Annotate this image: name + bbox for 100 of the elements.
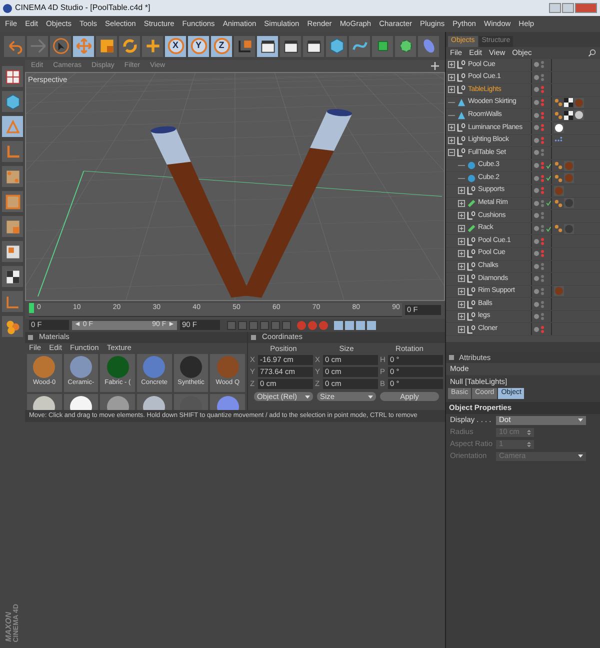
visibility-toggle-icon[interactable]	[540, 162, 544, 170]
visibility-toggle-icon[interactable]	[541, 238, 544, 245]
null-object-icon	[467, 186, 476, 196]
add-icon	[144, 37, 162, 55]
check-icon[interactable]	[546, 200, 551, 206]
expand-icon[interactable]	[448, 74, 455, 81]
expand-icon[interactable]	[448, 124, 455, 132]
expand-icon[interactable]	[458, 288, 465, 295]
expand-icon[interactable]	[448, 136, 455, 144]
material-tag-icon	[574, 110, 584, 120]
toolbar-button[interactable]	[73, 36, 94, 56]
move-view-icon[interactable]	[431, 62, 439, 70]
axis-letter: X	[171, 39, 180, 52]
expand-icon[interactable]	[458, 300, 465, 308]
toolbar-button[interactable]: Z	[211, 36, 232, 56]
toolbar-button[interactable]: X	[165, 36, 186, 56]
visibility-toggle-icon[interactable]	[541, 149, 544, 156]
visibility-toggle-icon[interactable]	[541, 61, 544, 68]
collapse-icon[interactable]	[448, 149, 455, 156]
visibility-toggle-icon[interactable]	[541, 262, 544, 270]
visibility-toggle-icon[interactable]	[541, 300, 544, 308]
visibility-toggle-icon[interactable]	[541, 288, 544, 295]
visibility-toggle-icon[interactable]	[540, 200, 544, 207]
mode-button[interactable]	[2, 66, 23, 87]
points-icon	[4, 168, 22, 186]
visibility-toggle-icon[interactable]	[541, 136, 544, 144]
toolbar-button[interactable]	[119, 36, 140, 56]
null-object-icon	[457, 72, 466, 82]
phong-tag-icon	[554, 198, 563, 208]
visibility-toggle-icon[interactable]	[541, 112, 544, 119]
toolbar-button[interactable]	[257, 36, 278, 56]
toolbar-button[interactable]: Y	[188, 36, 209, 56]
null-object-icon	[457, 148, 466, 158]
mode-button[interactable]	[2, 241, 23, 262]
check-icon[interactable]	[546, 226, 551, 232]
logo-text: MAXON	[5, 612, 13, 642]
visibility-toggle-icon[interactable]	[541, 124, 544, 132]
expand-icon[interactable]	[458, 212, 465, 220]
visibility-toggle-icon[interactable]	[541, 99, 544, 106]
minimize-button[interactable]	[549, 3, 561, 13]
visibility-toggle-icon[interactable]	[541, 275, 544, 282]
visibility-toggle-icon[interactable]	[540, 174, 544, 182]
phong-tag-icon	[554, 110, 563, 120]
visibility-toggle-icon[interactable]	[541, 250, 544, 258]
maximize-button[interactable]	[562, 3, 574, 13]
null-object-icon	[467, 249, 476, 258]
null-object-icon	[467, 236, 476, 246]
cube-icon	[4, 92, 22, 110]
caret-icon	[368, 394, 373, 398]
visibility-toggle-icon[interactable]	[541, 86, 544, 94]
expand-icon[interactable]	[458, 225, 465, 232]
search-icon[interactable]	[588, 49, 596, 57]
visibility-toggle-icon[interactable]	[541, 187, 544, 194]
axis-letter: Y	[194, 39, 202, 52]
phong-tag-icon	[554, 174, 563, 183]
window-title: CINEMA 4D Studio - [PoolTable.c4d *]	[15, 2, 150, 14]
visibility-toggle-icon[interactable]	[541, 313, 544, 320]
toolbar-button[interactable]	[96, 36, 117, 56]
toolbar-button[interactable]	[142, 36, 163, 56]
null-object-icon	[467, 312, 476, 322]
mode-button[interactable]	[2, 266, 23, 287]
toolbar-button[interactable]	[303, 36, 324, 56]
expand-icon[interactable]	[458, 200, 465, 207]
layout-icon	[4, 68, 22, 86]
timeline-playhead[interactable]	[29, 302, 34, 312]
visibility-toggle-icon[interactable]	[541, 326, 544, 333]
expand-icon[interactable]	[458, 313, 465, 320]
visibility-toggle-icon[interactable]	[541, 212, 544, 220]
cube-icon	[328, 37, 346, 55]
panel-icon	[449, 355, 454, 360]
expand-icon[interactable]	[448, 86, 455, 94]
caret-icon	[578, 454, 583, 458]
expand-icon[interactable]	[458, 187, 465, 194]
expand-icon[interactable]	[458, 250, 465, 258]
toolbar-button[interactable]	[234, 36, 255, 56]
move-icon	[74, 37, 92, 55]
material-tag-icon	[564, 173, 574, 184]
axis-letter: Z	[218, 39, 226, 52]
expand-icon[interactable]	[458, 262, 465, 270]
expand-icon[interactable]	[458, 238, 465, 245]
texture-tag-icon	[564, 98, 573, 108]
select-icon	[52, 37, 70, 55]
toolbar-button[interactable]	[50, 36, 71, 56]
close-button[interactable]	[575, 3, 597, 13]
expand-icon[interactable]	[458, 326, 465, 333]
material-tag-icon	[574, 98, 584, 108]
uv-icon	[4, 242, 22, 260]
visibility-toggle-icon[interactable]	[541, 74, 544, 81]
material-tag-icon	[554, 122, 564, 133]
generator-object-icon	[467, 224, 476, 234]
caret-icon	[578, 418, 583, 422]
expand-icon[interactable]	[448, 61, 455, 68]
toolbar-button[interactable]	[395, 36, 416, 56]
phong-tag-icon	[554, 98, 563, 108]
null-object-icon	[457, 60, 466, 70]
toolbar-button[interactable]	[280, 36, 301, 56]
phong-tag-icon	[554, 161, 563, 170]
visibility-toggle-icon[interactable]	[540, 225, 544, 232]
panel-icon	[28, 334, 33, 340]
expand-icon[interactable]	[458, 275, 465, 282]
